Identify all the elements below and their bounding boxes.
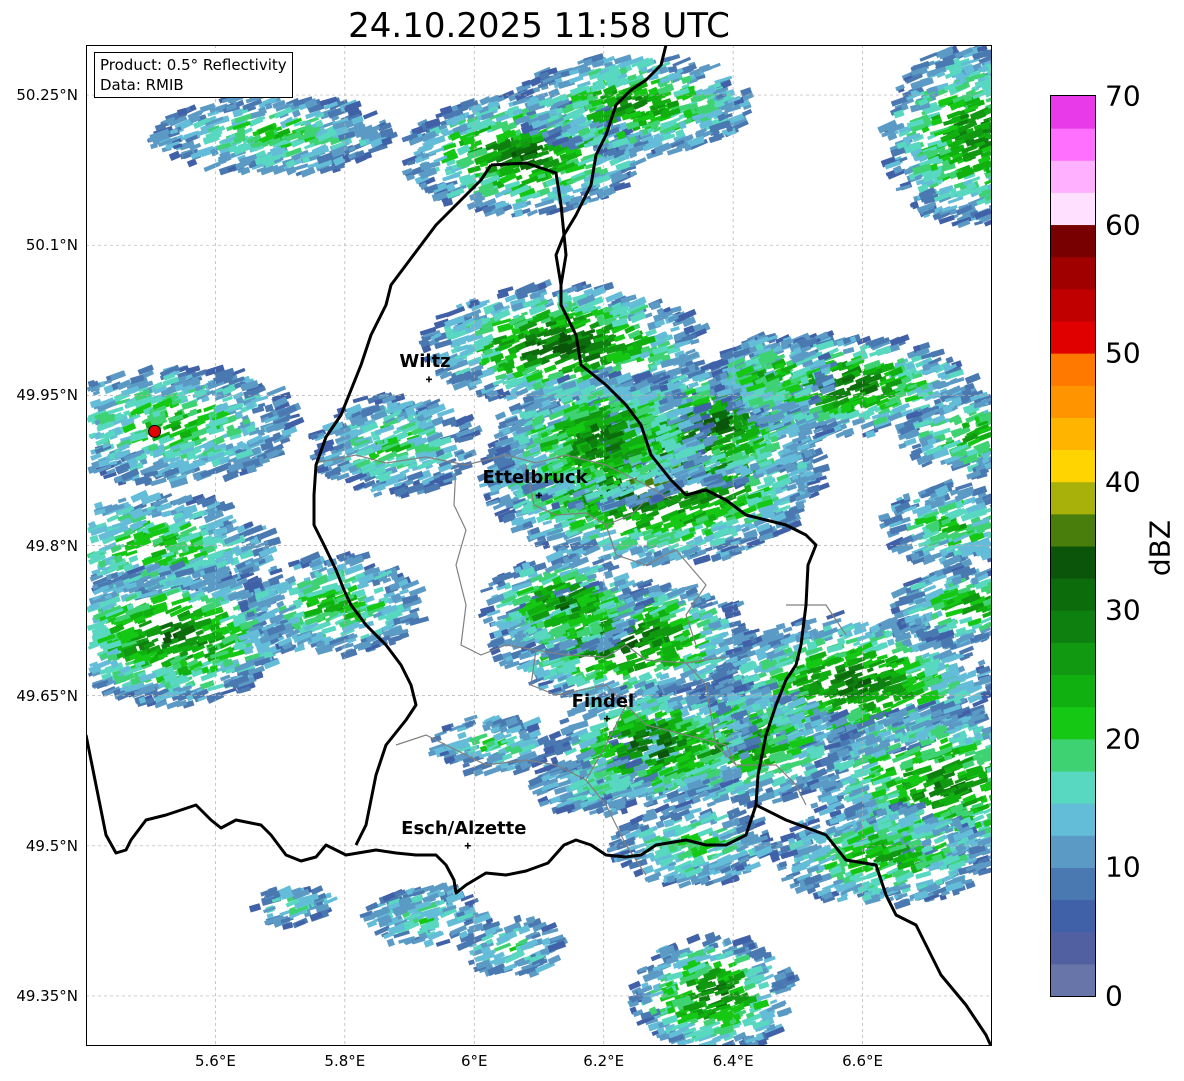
map-title: 24.10.2025 11:58 UTC [348,6,730,46]
radar-map [86,45,992,1046]
